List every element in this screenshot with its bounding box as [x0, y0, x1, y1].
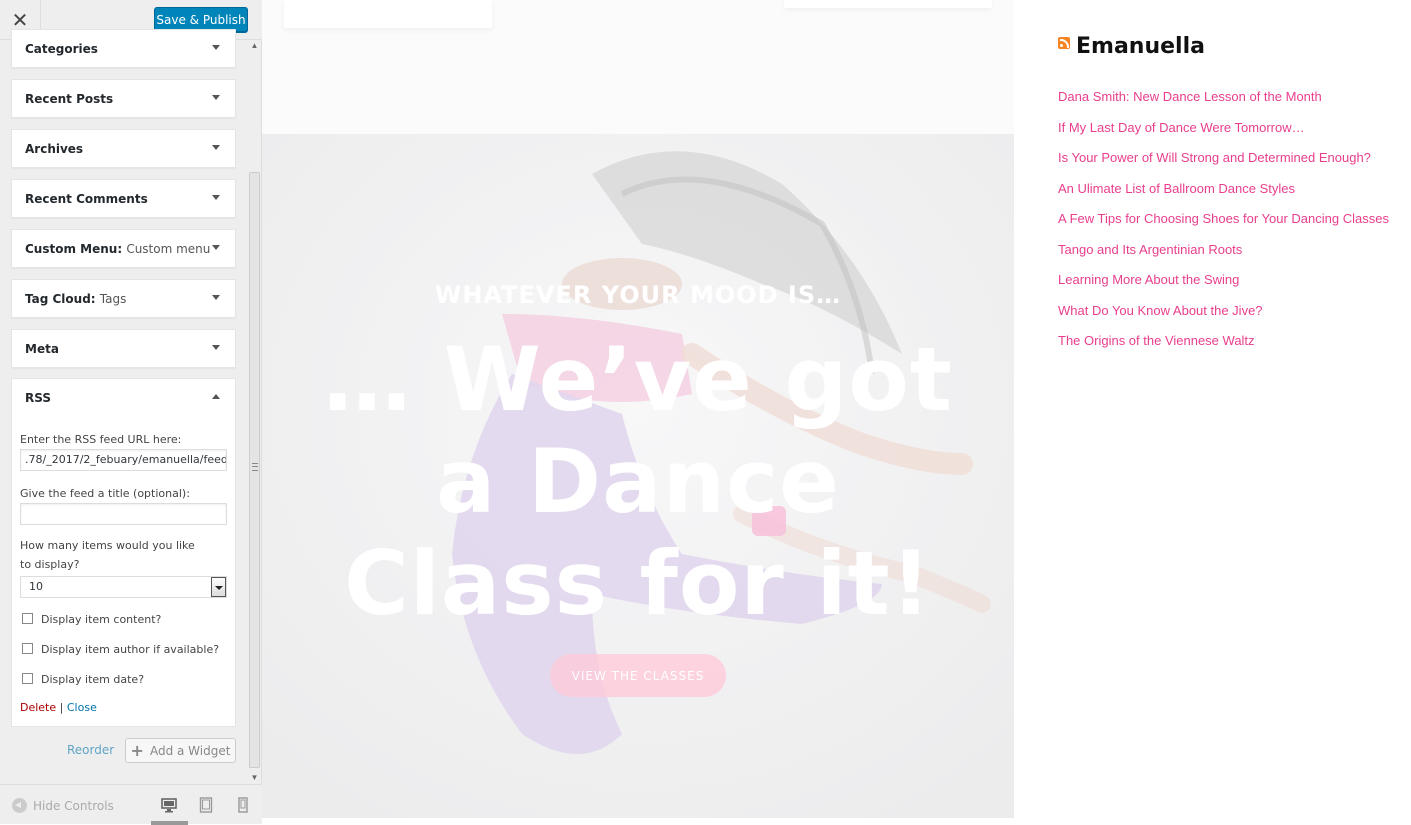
chevron-down-icon[interactable] [212, 295, 220, 300]
display-date-checkbox[interactable] [22, 673, 33, 684]
widget-title: Archives [25, 142, 84, 156]
widget-recent-posts[interactable]: Recent Posts [11, 79, 236, 118]
grip-icon [252, 463, 258, 471]
desktop-icon[interactable] [161, 797, 177, 813]
feed-title-label: Give the feed a title (optional): [20, 487, 190, 500]
widget-title: Categories [25, 42, 98, 56]
items-count-select[interactable]: 10 [20, 576, 227, 598]
feed-url-input[interactable]: .78/_2017/2_febuary/emanuella/feed [20, 449, 227, 471]
widget-title: RSS [25, 391, 51, 405]
widget-subtitle: Custom menu [126, 242, 211, 256]
preview-card [284, 0, 492, 28]
hide-controls-button[interactable]: Hide Controls [12, 798, 114, 813]
view-classes-button[interactable]: VIEW THE CLASSES [550, 654, 726, 697]
widget-meta[interactable]: Meta [11, 329, 236, 368]
rss-heading: Emanuella [1058, 34, 1398, 64]
rss-item-link[interactable]: Is Your Power of Will Strong and Determi… [1058, 147, 1398, 168]
plus-icon: + [130, 741, 144, 760]
scrollbar-thumb[interactable] [249, 172, 260, 768]
delete-link[interactable]: Delete [20, 701, 56, 714]
hide-controls-label: Hide Controls [33, 798, 114, 813]
rss-item-link[interactable]: Dana Smith: New Dance Lesson of the Mont… [1058, 86, 1398, 107]
tablet-icon[interactable] [199, 797, 213, 813]
hero-top-area [262, 0, 1014, 134]
rss-item-link[interactable]: The Origins of the Viennese Waltz [1058, 330, 1398, 351]
scroll-up-icon[interactable]: ▲ [248, 40, 261, 52]
separator: | [59, 701, 64, 714]
mobile-icon[interactable] [238, 797, 248, 813]
site-preview: WHATEVER YOUR MOOD IS… … We’ve got a Dan… [262, 0, 1411, 824]
widget-title: Recent Posts [25, 92, 114, 106]
chevron-down-icon[interactable] [212, 195, 220, 200]
feed-title-input[interactable] [20, 503, 227, 525]
checkbox-label: Display item author if available? [41, 643, 220, 656]
add-widget-button[interactable]: + Add a Widget [125, 738, 236, 763]
active-device-indicator [151, 821, 188, 825]
close-link[interactable]: Close [67, 701, 97, 714]
reorder-link[interactable]: Reorder [67, 743, 114, 757]
hero-banner: WHATEVER YOUR MOOD IS… … We’ve got a Dan… [262, 134, 1014, 818]
customizer-footer: Hide Controls [0, 784, 262, 825]
display-author-checkbox[interactable] [22, 643, 33, 654]
chevron-down-icon[interactable] [212, 345, 220, 350]
rss-item-link[interactable]: An Ulimate List of Ballroom Dance Styles [1058, 178, 1398, 199]
rss-feed-icon[interactable] [1058, 37, 1070, 49]
chevron-up-icon[interactable] [212, 394, 220, 399]
rss-item-link[interactable]: A Few Tips for Choosing Shoes for Your D… [1058, 208, 1398, 229]
rss-items-list: Dana Smith: New Dance Lesson of the Mont… [1058, 86, 1398, 361]
rss-item-link[interactable]: Tango and Its Argentinian Roots [1058, 239, 1398, 260]
widget-subtitle: Tags [99, 292, 127, 306]
widget-actions: Delete | Close [20, 701, 97, 714]
add-widget-label: Add a Widget [149, 743, 231, 758]
scroll-down-icon[interactable]: ▼ [248, 772, 261, 784]
widget-title: Custom Menu: Custom menu [25, 242, 211, 256]
items-count-value: 10 [29, 580, 43, 593]
widget-categories[interactable]: Categories [11, 29, 236, 68]
hero-title: … We’ve got a Dance Class for it! [323, 328, 953, 635]
preview-card [784, 0, 992, 8]
widget-rss: RSS Enter the RSS feed URL here: .78/_20… [11, 378, 236, 727]
display-content-checkbox[interactable] [22, 613, 33, 624]
widget-tag-cloud[interactable]: Tag Cloud: Tags [11, 279, 236, 318]
checkbox-label: Display item date? [41, 673, 145, 686]
customizer-sidebar: ✕ Save & Publish ▲ ▼ Categories Recent P… [0, 0, 262, 825]
checkbox-label: Display item content? [41, 613, 162, 626]
chevron-down-icon[interactable] [212, 145, 220, 150]
items-count-label: How many items would you like to display… [20, 539, 195, 571]
chevron-down-icon[interactable] [212, 95, 220, 100]
rss-item-link[interactable]: If My Last Day of Dance Were Tomorrow… [1058, 117, 1398, 138]
rss-title[interactable]: Emanuella [1076, 34, 1205, 59]
rss-item-link[interactable]: Learning More About the Swing [1058, 269, 1398, 290]
sidebar-scrollbar[interactable]: ▲ ▼ [248, 40, 261, 784]
widget-title: Tag Cloud: Tags [25, 292, 127, 306]
chevron-down-icon[interactable] [212, 45, 220, 50]
widget-title: Recent Comments [25, 192, 148, 206]
hero-subtitle: WHATEVER YOUR MOOD IS… [434, 281, 842, 309]
widget-rss-header[interactable]: RSS [12, 379, 235, 417]
feed-url-label: Enter the RSS feed URL here: [20, 433, 182, 446]
rss-widget-preview: Emanuella Dana Smith: New Dance Lesson o… [1058, 34, 1398, 348]
widget-archives[interactable]: Archives [11, 129, 236, 168]
collapse-icon [12, 798, 27, 813]
chevron-down-icon[interactable] [211, 577, 226, 597]
widget-title: Meta [25, 342, 59, 356]
widget-custom-menu[interactable]: Custom Menu: Custom menu [11, 229, 236, 268]
widget-recent-comments[interactable]: Recent Comments [11, 179, 236, 218]
chevron-down-icon[interactable] [212, 245, 220, 250]
rss-item-link[interactable]: What Do You Know About the Jive? [1058, 300, 1398, 321]
